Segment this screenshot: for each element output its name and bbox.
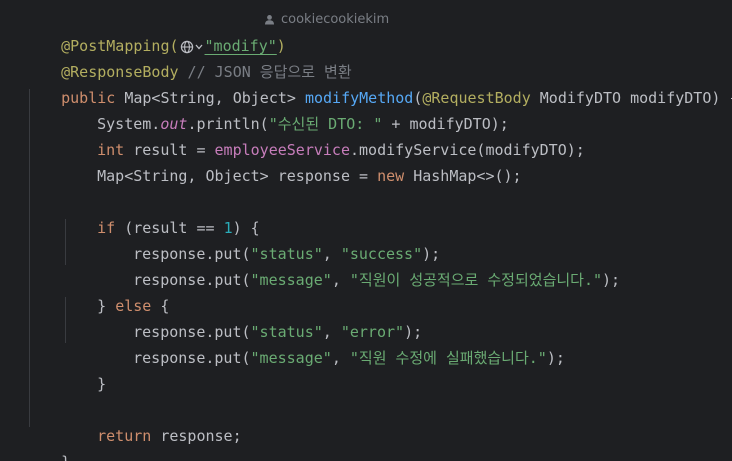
string-literal: "message" <box>250 271 332 289</box>
code-text: } <box>97 375 107 393</box>
code-text: , <box>331 349 350 367</box>
code-line[interactable]: public Map<String, Object> modifyMethod(… <box>25 59 732 107</box>
code-line[interactable]: response.put("message", "직원이 성공적으로 수정되었습… <box>97 241 620 289</box>
code-line[interactable]: } <box>25 423 70 461</box>
code-text: } <box>61 453 70 461</box>
code-line[interactable]: if (result == 1) { <box>61 189 260 237</box>
author-inlay[interactable]: cookiecookiekim <box>264 12 389 27</box>
author-name: cookiecookiekim <box>281 12 390 27</box>
user-icon <box>265 15 274 25</box>
parameters: ModifyDTO modifyDTO) { <box>530 89 732 107</box>
code-line[interactable]: return response; <box>61 397 242 445</box>
code-line[interactable]: response.put("message", "직원 수정에 실패했습니다."… <box>97 319 565 367</box>
indent-guide <box>29 89 30 427</box>
keyword: return <box>97 427 161 445</box>
code-text: ); <box>602 271 621 289</box>
code-text: response.put( <box>133 349 251 367</box>
code-text: HashMap<>(); <box>413 167 522 185</box>
code-text: , <box>331 271 350 289</box>
code-line[interactable]: } else { <box>61 267 169 315</box>
string-literal: "직원 수정에 실패했습니다." <box>349 349 547 367</box>
string-literal: "message" <box>250 349 332 367</box>
code-text: Map<String, Object> response = <box>97 167 378 185</box>
code-line[interactable]: System.out.println("수신된 DTO: " + modifyD… <box>61 85 509 133</box>
code-text: ); <box>546 349 565 367</box>
code-editor[interactable]: @PostMapping("modify") cookiecookiekim @… <box>0 0 732 461</box>
code-line[interactable]: Map<String, Object> response = new HashM… <box>61 137 521 185</box>
code-line[interactable]: response.put("status", "error"); <box>97 293 422 341</box>
code-line[interactable]: @PostMapping("modify") <box>25 7 286 55</box>
keyword: new <box>377 167 414 185</box>
code-text: response; <box>160 427 242 445</box>
code-line[interactable]: response.put("status", "success"); <box>97 215 440 263</box>
code-line[interactable]: } <box>61 345 106 393</box>
code-line[interactable]: @ResponseBody // JSON 응답으로 변환 <box>25 33 352 81</box>
code-line[interactable]: int result = employeeService.modifyServi… <box>61 111 585 159</box>
string-literal: "직원이 성공적으로 수정되었습니다." <box>349 271 603 289</box>
